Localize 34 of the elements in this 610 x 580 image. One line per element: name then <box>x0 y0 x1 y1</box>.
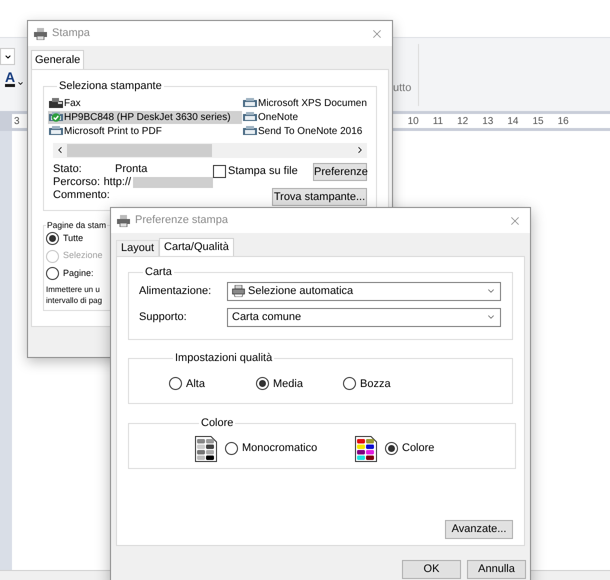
printer-name: Microsoft Print to PDF <box>64 124 162 138</box>
ruler-number: 15 <box>532 114 544 128</box>
ruler-number: 10 <box>408 114 419 128</box>
status-value: http:// <box>104 174 132 190</box>
field-label: Supporto: <box>139 310 188 325</box>
ribbon-label: utto <box>393 81 412 96</box>
printer-name: Fax <box>64 96 81 110</box>
printer-name: HP9BC848 (HP DeskJet 3630 series) <box>64 110 231 124</box>
dropdown-value: Selezione automatica <box>248 284 354 299</box>
hint-text: Immettere un u <box>46 284 100 296</box>
group-title: Carta <box>144 265 173 280</box>
window-title: Stampa <box>52 26 91 42</box>
ruler-number: 14 <box>507 114 518 128</box>
status-label: Stato: <box>53 162 83 177</box>
group-title: Seleziona stampante <box>58 79 163 94</box>
status-label: Percorso: <box>53 174 102 190</box>
group-title: Impostazioni qualità <box>174 351 274 366</box>
ruler-number: 11 <box>432 114 444 128</box>
checkbox-label: Stampa su file <box>228 164 298 180</box>
hint-text: intervallo di pag <box>46 295 102 306</box>
ruler-number: 13 <box>482 114 494 128</box>
status-label: Commento: <box>53 188 111 203</box>
group-title: Pagine da stam <box>46 219 108 232</box>
ruler-number: 16 <box>558 114 569 128</box>
status-value: Pronta <box>115 162 148 177</box>
printer-name: OneNote <box>258 110 298 124</box>
ruler-number: 12 <box>457 114 468 128</box>
group-title: Colore <box>200 416 234 431</box>
dropdown-value: Carta comune <box>232 310 302 325</box>
field-label: Alimentazione: <box>139 284 212 299</box>
ruler-number: 3 <box>14 114 20 128</box>
printer-name: Microsoft XPS Documen <box>258 96 367 110</box>
window-title: Preferenze stampa <box>135 213 229 228</box>
printer-name: Send To OneNote 2016 <box>258 124 362 138</box>
